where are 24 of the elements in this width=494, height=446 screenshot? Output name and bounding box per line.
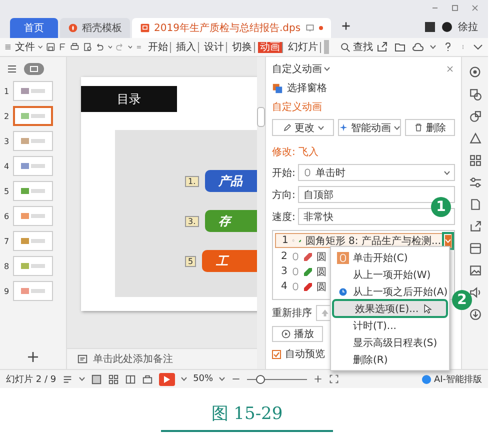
figure-caption: 图 15-29	[161, 402, 333, 432]
slide-heading-shape: 工	[202, 250, 257, 272]
slide-number: 7	[4, 236, 10, 246]
slide-number: 9	[4, 286, 10, 296]
slide-number: 1	[4, 86, 10, 96]
field-label: 开始:	[272, 166, 296, 180]
section-heading: 自定义动画	[272, 100, 323, 114]
animation-order-tag: 3.	[185, 216, 199, 226]
slide-heading-shape: 产品	[204, 170, 257, 192]
slide-counter: 幻灯片 2 / 9	[6, 374, 56, 386]
slide-number: 3	[4, 136, 10, 146]
slide-number: 8	[4, 262, 10, 270]
slide-title: 目录	[81, 86, 177, 112]
field-label: 速度:	[272, 210, 296, 224]
reorder-label: 重新排序	[272, 306, 312, 320]
field-label: 方向:	[272, 188, 296, 202]
slide-heading-shape: 存	[204, 210, 257, 232]
slide-number: 5	[4, 186, 10, 196]
slide-number: 4	[4, 162, 10, 170]
animation-order-tag: 5	[185, 256, 196, 266]
slide-number: 2	[4, 112, 10, 120]
modify-heading: 修改: 飞入	[272, 146, 320, 159]
animation-order-tag: 1.	[185, 176, 199, 186]
slide-number: 6	[4, 212, 10, 220]
